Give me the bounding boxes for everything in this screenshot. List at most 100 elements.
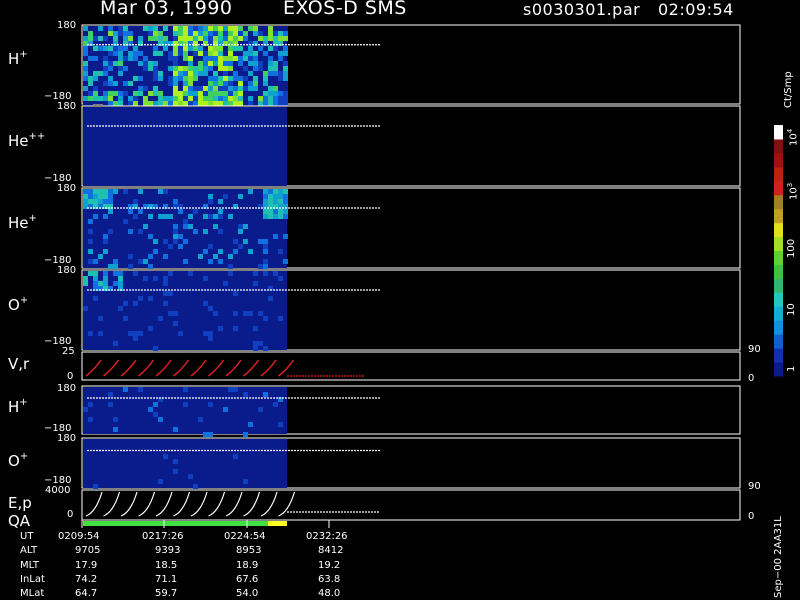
heatmap-cell	[228, 81, 233, 86]
heatmap-cell	[148, 96, 153, 101]
heatmap-cell	[93, 46, 98, 51]
heatmap-cell	[113, 101, 118, 106]
heatmap-cell	[278, 96, 283, 101]
heatmap-cell	[143, 56, 148, 61]
heatmap-cell	[118, 276, 123, 281]
heatmap-cell	[233, 66, 238, 71]
heatmap-cell	[128, 229, 133, 234]
heatmap-cell	[153, 346, 158, 351]
heatmap-cell	[218, 81, 223, 86]
heatmap-cell	[203, 96, 208, 101]
heatmap-cell	[283, 214, 288, 219]
heatmap-cell	[223, 61, 228, 66]
heatmap-cell	[208, 71, 213, 76]
heatmap-cell	[163, 81, 168, 86]
heatmap-cell	[88, 271, 93, 276]
heatmap-cell	[253, 36, 258, 41]
heatmap-cell	[183, 402, 188, 407]
heatmap-cell	[248, 422, 253, 427]
heatmap-cell	[163, 71, 168, 76]
heatmap-cell	[208, 51, 213, 56]
heatmap-cell	[118, 91, 123, 96]
heatmap-cell	[153, 402, 158, 407]
heatmap-cell	[273, 51, 278, 56]
heatmap-cell	[148, 31, 153, 36]
heatmap-cell	[218, 259, 223, 264]
heatmap-cell	[143, 96, 148, 101]
heatmap-cell	[263, 81, 268, 86]
heatmap-cell	[198, 26, 203, 31]
heatmap-cell	[258, 407, 263, 412]
eph-label-mlt: MLT	[20, 560, 39, 571]
heatmap-cell	[278, 31, 283, 36]
heatmap-cell	[258, 66, 263, 71]
heatmap-cell	[218, 61, 223, 66]
heatmap-cell	[108, 51, 113, 56]
heatmap-cell	[273, 61, 278, 66]
heatmap-cell	[83, 91, 88, 96]
eph-mlat-2: 54.0	[236, 588, 259, 599]
heatmap-cell	[118, 71, 123, 76]
panel-label-o-plus-bottom: O+	[8, 451, 29, 470]
data-region	[83, 107, 287, 186]
heatmap-cell	[263, 264, 268, 269]
colorbar-segment	[774, 180, 783, 196]
heatmap-cell	[128, 71, 133, 76]
heatmap-cell	[183, 36, 188, 41]
heatmap-cell	[253, 281, 258, 286]
heatmap-cell	[188, 71, 193, 76]
heatmap-cell	[83, 306, 88, 311]
heatmap-cell	[88, 56, 93, 61]
heatmap-cell	[113, 427, 118, 432]
heatmap-cell	[108, 31, 113, 36]
heatmap-cell	[88, 101, 93, 106]
heatmap-cell	[243, 61, 248, 66]
heatmap-cell	[168, 76, 173, 81]
colorbar-segment	[774, 306, 783, 321]
heatmap-cell	[283, 86, 288, 91]
colorbar-segment	[774, 362, 783, 377]
heatmap-cell	[143, 86, 148, 91]
heatmap-cell	[103, 66, 108, 71]
heatmap-cell	[88, 194, 93, 199]
eph-inlat-2: 67.6	[236, 574, 259, 585]
heatmap-cell	[173, 239, 178, 244]
heatmap-cell	[238, 31, 243, 36]
heatmap-cell	[268, 214, 273, 219]
heatmap-cell	[168, 96, 173, 101]
heatmap-cell	[153, 51, 158, 56]
heatmap-cell	[183, 26, 188, 31]
heatmap-cell	[128, 101, 133, 106]
heatmap-cell	[243, 432, 248, 437]
heatmap-cell	[243, 76, 248, 81]
heatmap-cell	[238, 66, 243, 71]
heatmap-cell	[218, 96, 223, 101]
heatmap-cell	[163, 189, 168, 194]
heatmap-cell	[178, 331, 183, 336]
heatmap-cell	[173, 86, 178, 91]
panel-label-vr: V,r	[8, 355, 30, 373]
heatmap-cell	[183, 46, 188, 51]
heatmap-cell	[188, 101, 193, 106]
heatmap-cell	[93, 26, 98, 31]
heatmap-cell	[238, 81, 243, 86]
heatmap-cell	[143, 26, 148, 31]
heatmap-cell	[248, 61, 253, 66]
heatmap-cell	[93, 96, 98, 101]
colorbar-segment	[774, 250, 783, 265]
heatmap-cell	[208, 259, 213, 264]
heatmap-cell	[123, 301, 128, 306]
heatmap-cell	[223, 81, 228, 86]
heatmap-cell	[108, 46, 113, 51]
heatmap-cell	[153, 46, 158, 51]
heatmap-cell	[83, 61, 88, 66]
heatmap-cell	[198, 254, 203, 259]
heatmap-cell	[233, 61, 238, 66]
heatmap-cell	[183, 219, 188, 224]
heatmap-cell	[223, 31, 228, 36]
heatmap-cell	[153, 76, 158, 81]
heatmap-cell	[98, 331, 103, 336]
heatmap-cell	[193, 61, 198, 66]
heatmap-cell	[143, 61, 148, 66]
colorbar-tick-1: 1	[786, 365, 797, 372]
